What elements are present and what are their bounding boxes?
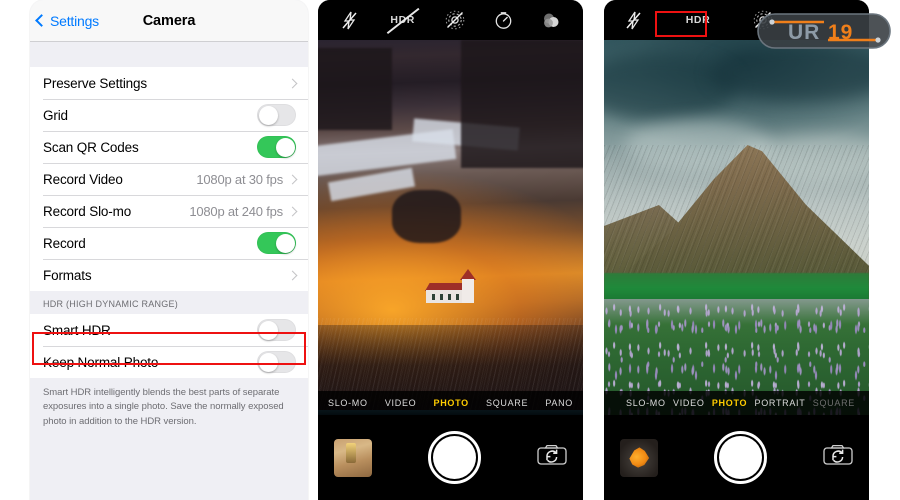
row-label: Record [43, 235, 86, 251]
camera-app-hdr-on: HDR SLO-MO VIDEO PHOTO PORTRAIT SQUARE [604, 0, 869, 500]
flash-off-icon[interactable] [618, 7, 648, 33]
viewfinder-hdr-on[interactable]: SLO-MO VIDEO PHOTO PORTRAIT SQUARE [604, 40, 869, 415]
row-record[interactable]: Record [30, 227, 308, 259]
section-header-hdr: HDR (HIGH DYNAMIC RANGE) [30, 291, 308, 314]
camera-top-controls-right: HDR [604, 0, 869, 40]
row-label: Record Slo-mo [43, 203, 132, 219]
camera-mode-selector-middle: SLO-MO VIDEO PHOTO SQUARE PANO [318, 391, 583, 415]
row-value: 1080p at 240 fps [189, 203, 283, 219]
row-formats[interactable]: Formats [30, 259, 308, 291]
list-filler [30, 428, 308, 500]
flip-camera-icon[interactable] [537, 443, 567, 472]
hdr-off-icon[interactable]: HDR [383, 7, 423, 34]
flip-camera-icon[interactable] [823, 443, 853, 472]
scan-qr-codes-toggle[interactable] [257, 136, 296, 158]
chevron-right-icon [287, 174, 298, 184]
back-to-settings-button[interactable]: Settings [35, 12, 99, 29]
mode-square[interactable]: SQUARE [813, 398, 855, 408]
hdr-footer-description: Smart HDR intelligently blends the best … [30, 378, 308, 429]
shutter-button[interactable] [714, 431, 767, 484]
mode-slo-mo[interactable]: SLO-MO [626, 398, 666, 408]
chevron-right-icon [287, 270, 298, 280]
row-label: Keep Normal Photo [43, 354, 159, 370]
row-preserve-settings[interactable]: Preserve Settings [30, 67, 308, 99]
mode-video[interactable]: VIDEO [673, 398, 705, 408]
group-spacer-top [30, 42, 308, 67]
back-button-label: Settings [50, 12, 99, 29]
photo-library-thumbnail[interactable] [334, 438, 372, 477]
mode-portrait[interactable]: PORTRAIT [755, 398, 806, 408]
row-smart-hdr[interactable]: Smart HDR [30, 314, 308, 346]
flash-off-icon[interactable] [335, 7, 365, 33]
mode-slo-mo[interactable]: SLO-MO [328, 398, 368, 408]
church-subject [425, 269, 482, 303]
ios-settings-camera-screen: Settings Camera Preserve Settings Grid S… [30, 0, 308, 500]
mode-video[interactable]: VIDEO [385, 398, 417, 408]
row-grid[interactable]: Grid [30, 99, 308, 131]
row-label: Preserve Settings [43, 75, 147, 91]
row-label: Grid [43, 107, 68, 123]
row-label: Smart HDR [43, 322, 111, 338]
row-label: Formats [43, 267, 92, 283]
filters-icon[interactable] [536, 7, 566, 33]
record-toggle[interactable] [257, 232, 296, 254]
keep-normal-photo-toggle[interactable] [257, 351, 296, 373]
shutter-button[interactable] [428, 431, 481, 484]
camera-top-controls: HDR [318, 0, 583, 40]
timer-icon[interactable] [488, 7, 518, 33]
settings-group-general: Preserve Settings Grid Scan QR Codes Rec… [30, 67, 308, 291]
hdr-label: HDR [685, 14, 711, 26]
settings-group-hdr: Smart HDR Keep Normal Photo [30, 314, 308, 378]
mode-photo[interactable]: PHOTO [434, 398, 469, 408]
grid-toggle[interactable] [257, 104, 296, 126]
smart-hdr-toggle[interactable] [257, 319, 296, 341]
mode-square[interactable]: SQUARE [486, 398, 528, 408]
chevron-right-icon [287, 78, 298, 88]
camera-mode-selector-right: SLO-MO VIDEO PHOTO PORTRAIT SQUARE [604, 391, 869, 415]
hdr-on-icon[interactable]: HDR [678, 7, 718, 33]
camera-bottom-bar-right [604, 415, 869, 500]
row-scan-qr-codes[interactable]: Scan QR Codes [30, 131, 308, 163]
chevron-left-icon [35, 14, 48, 27]
chevron-right-icon [287, 206, 298, 216]
live-photo-off-icon[interactable] [748, 7, 778, 33]
camera-app-hdr-off: HDR [318, 0, 583, 500]
viewfinder-hdr-off[interactable]: SLO-MO VIDEO PHOTO SQUARE PANO [318, 40, 583, 415]
mode-pano[interactable]: PANO [545, 398, 573, 408]
camera-bottom-bar-middle [318, 415, 583, 500]
row-value: 1080p at 30 fps [196, 171, 283, 187]
row-label: Scan QR Codes [43, 139, 139, 155]
row-record-video[interactable]: Record Video 1080p at 30 fps [30, 163, 308, 195]
live-photo-off-icon[interactable] [440, 7, 470, 33]
photo-library-thumbnail[interactable] [620, 438, 658, 477]
screenshot-canvas: Settings Camera Preserve Settings Grid S… [0, 0, 900, 500]
photo-iceland-sunset [318, 40, 583, 415]
photo-lupine-mountain [604, 40, 869, 415]
row-keep-normal-photo[interactable]: Keep Normal Photo [30, 346, 308, 378]
row-label: Record Video [43, 171, 123, 187]
mode-photo[interactable]: PHOTO [712, 398, 747, 408]
navigation-bar: Settings Camera [30, 0, 308, 42]
row-record-slo-mo[interactable]: Record Slo-mo 1080p at 240 fps [30, 195, 308, 227]
